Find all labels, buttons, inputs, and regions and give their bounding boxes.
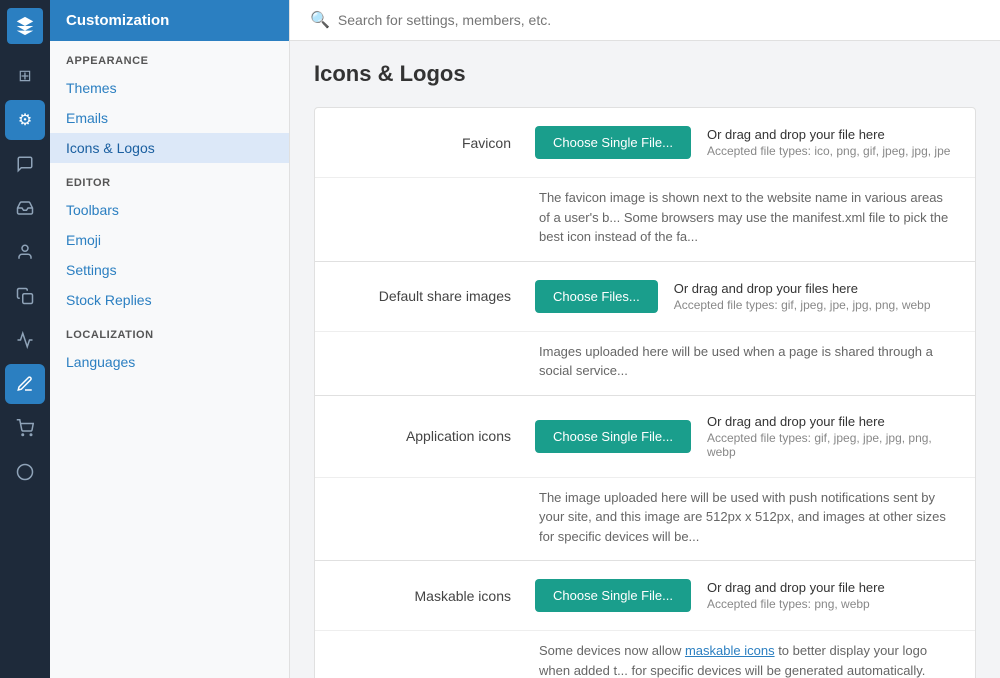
share-images-description: Images uploaded here will be used when a… (315, 332, 975, 395)
maskable-icons-drag-drop-title: Or drag and drop your file here (707, 580, 885, 595)
share-images-drag-drop-subtitle: Accepted file types: gif, jpeg, jpe, jpg… (674, 298, 931, 312)
favicon-drag-drop-subtitle: Accepted file types: ico, png, gif, jpeg… (707, 144, 950, 158)
share-images-label: Default share images (335, 288, 535, 304)
app-icons-label: Application icons (335, 428, 535, 444)
sidebar-item-languages[interactable]: Languages (50, 347, 289, 377)
sidebar-section-localization: LOCALIZATION (50, 315, 289, 347)
share-images-choose-button[interactable]: Choose Files... (535, 280, 658, 313)
maskable-icons-description: Some devices now allow maskable icons to… (315, 631, 975, 678)
favicon-description: The favicon image is shown next to the w… (315, 178, 975, 261)
sidebar: Customization APPEARANCE Themes Emails I… (50, 0, 290, 678)
pen-icon[interactable] (5, 364, 45, 404)
contacts-icon[interactable] (5, 232, 45, 272)
search-bar: 🔍 (290, 0, 1000, 41)
maskable-icons-label: Maskable icons (335, 588, 535, 604)
sidebar-item-stock-replies[interactable]: Stock Replies (50, 285, 289, 315)
sidebar-item-emoji[interactable]: Emoji (50, 225, 289, 255)
icon-bar: ⊞ ⚙ (0, 0, 50, 678)
share-images-upload-row: Default share images Choose Files... Or … (315, 262, 975, 332)
favicon-drag-drop-info: Or drag and drop your file here Accepted… (707, 127, 950, 158)
page-title: Icons & Logos (314, 61, 976, 87)
maskable-icons-section: Maskable icons Choose Single File... Or … (315, 561, 975, 678)
maskable-icons-choose-button[interactable]: Choose Single File... (535, 579, 691, 612)
chat-icon[interactable] (5, 144, 45, 184)
favicon-choose-button[interactable]: Choose Single File... (535, 126, 691, 159)
maskable-icons-drag-drop-subtitle: Accepted file types: png, webp (707, 597, 885, 611)
reports-icon[interactable] (5, 320, 45, 360)
maskable-icons-upload-row: Maskable icons Choose Single File... Or … (315, 561, 975, 631)
grid-icon[interactable]: ⊞ (5, 56, 45, 96)
favicon-section: Favicon Choose Single File... Or drag an… (315, 108, 975, 262)
search-icon: 🔍 (310, 10, 330, 30)
search-input[interactable] (338, 12, 980, 28)
maskable-icons-link[interactable]: maskable icons (685, 643, 775, 658)
app-icons-choose-button[interactable]: Choose Single File... (535, 420, 691, 453)
sidebar-item-settings[interactable]: Settings (50, 255, 289, 285)
circle-icon[interactable] (5, 452, 45, 492)
favicon-upload-row: Favicon Choose Single File... Or drag an… (315, 108, 975, 178)
share-images-upload-area: Choose Files... Or drag and drop your fi… (535, 280, 955, 313)
sidebar-title: Customization (50, 0, 289, 41)
content-area: Icons & Logos Favicon Choose Single File… (290, 41, 1000, 678)
sidebar-item-icons-logos[interactable]: Icons & Logos (50, 133, 289, 163)
share-images-drag-drop-title: Or drag and drop your files here (674, 281, 931, 296)
app-icons-upload-area: Choose Single File... Or drag and drop y… (535, 414, 955, 459)
maskable-icons-upload-area: Choose Single File... Or drag and drop y… (535, 579, 955, 612)
app-icons-upload-row: Application icons Choose Single File... … (315, 396, 975, 478)
sections-container: Favicon Choose Single File... Or drag an… (314, 107, 976, 678)
sidebar-item-toolbars[interactable]: Toolbars (50, 195, 289, 225)
cart-icon[interactable] (5, 408, 45, 448)
sidebar-item-themes[interactable]: Themes (50, 73, 289, 103)
app-icons-drag-drop-title: Or drag and drop your file here (707, 414, 955, 429)
share-images-drag-drop-info: Or drag and drop your files here Accepte… (674, 281, 931, 312)
app-icons-section: Application icons Choose Single File... … (315, 396, 975, 562)
settings-icon[interactable]: ⚙ (5, 100, 45, 140)
favicon-label: Favicon (335, 135, 535, 151)
app-icons-drag-drop-info: Or drag and drop your file here Accepted… (707, 414, 955, 459)
maskable-icons-drag-drop-info: Or drag and drop your file here Accepted… (707, 580, 885, 611)
favicon-drag-drop-title: Or drag and drop your file here (707, 127, 950, 142)
sidebar-item-emails[interactable]: Emails (50, 103, 289, 133)
app-icons-description: The image uploaded here will be used wit… (315, 478, 975, 561)
logo-icon[interactable] (7, 8, 43, 44)
app-icons-drag-drop-subtitle: Accepted file types: gif, jpeg, jpe, jpg… (707, 431, 955, 459)
inbox-icon[interactable] (5, 188, 45, 228)
favicon-upload-area: Choose Single File... Or drag and drop y… (535, 126, 955, 159)
sidebar-section-editor: EDITOR (50, 163, 289, 195)
sidebar-section-appearance: APPEARANCE (50, 41, 289, 73)
copy-icon[interactable] (5, 276, 45, 316)
share-images-section: Default share images Choose Files... Or … (315, 262, 975, 396)
main-area: 🔍 Icons & Logos Favicon Choose Single Fi… (290, 0, 1000, 678)
